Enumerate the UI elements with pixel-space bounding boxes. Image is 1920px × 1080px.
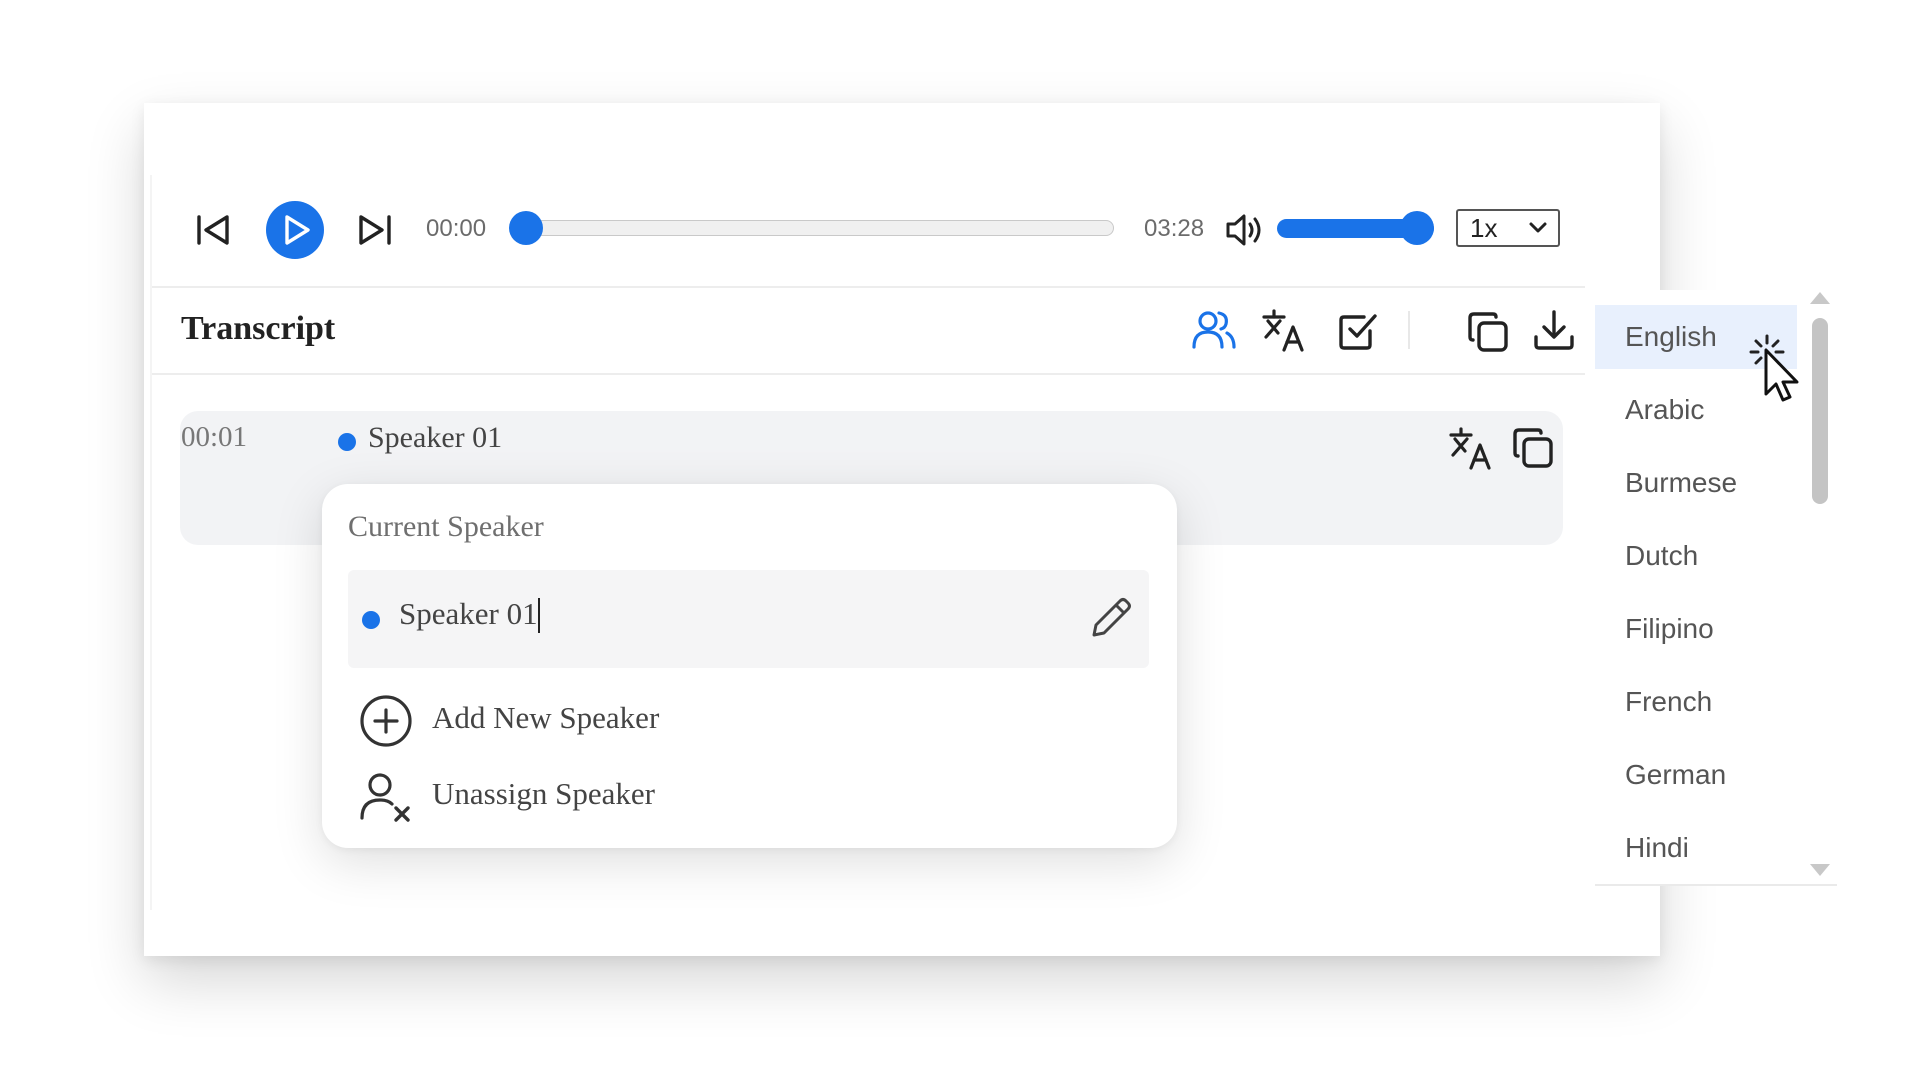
playback-speed-value: 1x xyxy=(1470,212,1498,243)
speakers-button[interactable] xyxy=(1191,307,1237,353)
speaker-color-dot xyxy=(338,433,356,451)
skip-forward-button[interactable] xyxy=(355,210,395,250)
skip-forward-icon xyxy=(359,215,391,245)
segment-speaker-label[interactable]: Speaker 01 xyxy=(368,421,502,455)
volume-handle[interactable] xyxy=(1400,211,1434,245)
speakers-icon xyxy=(1192,311,1236,349)
current-speaker-label: Current Speaker xyxy=(348,510,544,543)
volume-icon xyxy=(1226,214,1261,246)
download-button[interactable] xyxy=(1531,307,1577,353)
playback-speed-select[interactable]: 1x xyxy=(1456,209,1560,247)
play-button[interactable] xyxy=(266,201,324,259)
progress-handle[interactable] xyxy=(509,211,543,245)
download-icon xyxy=(1534,310,1574,350)
segment-copy-button[interactable] xyxy=(1510,425,1556,471)
scroll-down-arrow[interactable] xyxy=(1810,864,1830,876)
divider xyxy=(152,286,1585,288)
edit-speaker-button[interactable] xyxy=(1088,595,1134,641)
transcript-title: Transcript xyxy=(181,310,336,347)
language-option-filipino[interactable]: Filipino xyxy=(1595,597,1797,661)
copy-button[interactable] xyxy=(1465,309,1511,355)
chevron-down-icon xyxy=(1529,222,1547,233)
current-time: 00:00 xyxy=(426,215,487,242)
divider xyxy=(152,373,1585,375)
segment-timestamp[interactable]: 00:01 xyxy=(181,421,247,454)
volume-button[interactable] xyxy=(1224,212,1266,248)
progress-bar[interactable] xyxy=(526,220,1114,236)
unassign-speaker-label[interactable]: Unassign Speaker xyxy=(432,776,655,812)
scroll-up-arrow[interactable] xyxy=(1810,292,1830,304)
scrollbar-thumb[interactable] xyxy=(1812,318,1828,504)
translate-icon xyxy=(1449,427,1491,470)
copy-icon xyxy=(1513,428,1553,468)
copy-icon xyxy=(1468,312,1508,352)
segment-translate-button[interactable] xyxy=(1447,425,1493,471)
translate-button[interactable] xyxy=(1260,307,1306,353)
language-option-dutch[interactable]: Dutch xyxy=(1595,524,1797,588)
translate-icon xyxy=(1262,309,1304,352)
skip-back-button[interactable] xyxy=(193,210,233,250)
user-remove-icon xyxy=(360,773,410,822)
play-icon xyxy=(285,215,310,245)
duration: 03:28 xyxy=(1144,215,1205,242)
mouse-cursor-icon xyxy=(1749,334,1799,402)
add-new-speaker-label[interactable]: Add New Speaker xyxy=(432,700,659,736)
toolbar-divider xyxy=(1408,311,1410,349)
language-option-french[interactable]: French xyxy=(1595,670,1797,734)
pencil-icon xyxy=(1092,598,1131,637)
checkbox-icon xyxy=(1339,314,1377,350)
speaker-name-input[interactable]: Speaker 01 xyxy=(399,596,538,632)
skip-back-icon xyxy=(197,215,229,245)
language-option-german[interactable]: German xyxy=(1595,743,1797,807)
speaker-color-dot xyxy=(362,611,380,629)
plus-circle-icon xyxy=(360,695,412,747)
dropdown-bottom-border xyxy=(1595,884,1837,886)
language-option-hindi[interactable]: Hindi xyxy=(1595,816,1797,880)
add-new-speaker-button[interactable] xyxy=(358,693,414,749)
unassign-speaker-button[interactable] xyxy=(358,770,414,826)
language-option-burmese[interactable]: Burmese xyxy=(1595,451,1797,515)
select-button[interactable] xyxy=(1336,309,1380,353)
text-cursor xyxy=(538,598,540,633)
